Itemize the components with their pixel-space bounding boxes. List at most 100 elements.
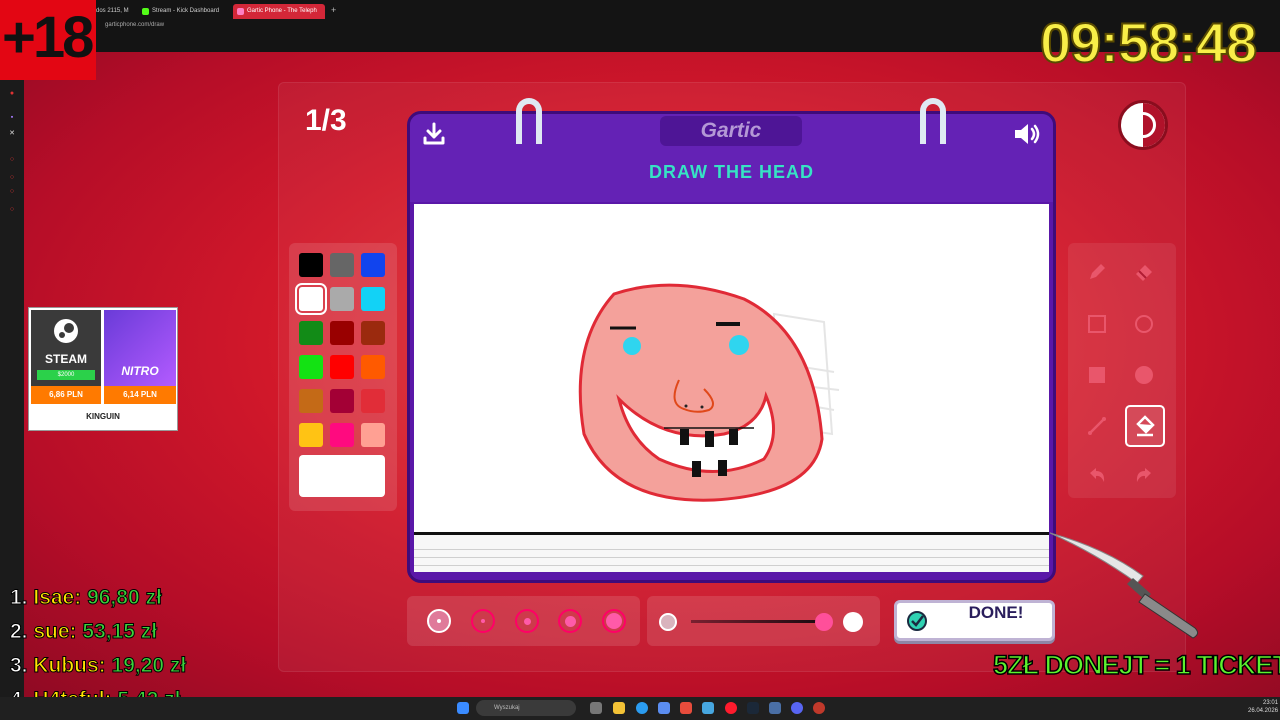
gartic-logo: Gartic <box>660 116 802 146</box>
ellipse-fill-icon <box>1135 366 1153 384</box>
sidebar-icon[interactable]: ● <box>8 90 16 98</box>
color-swatch[interactable] <box>330 389 354 413</box>
tab-label: Stream - Kick Dashboard <box>152 8 220 14</box>
new-tab-icon[interactable]: + <box>331 5 336 15</box>
age-restriction-badge: +18 <box>0 0 96 80</box>
kinguin-ad[interactable]: STEAM $2000 NITRO 6,86 PLN 6,14 PLN KING… <box>28 307 178 431</box>
color-swatch[interactable] <box>361 321 385 345</box>
drawing-canvas[interactable] <box>414 204 1049 532</box>
color-swatch[interactable] <box>299 321 323 345</box>
ad-left-subtitle: $2000 <box>37 370 95 380</box>
redo-icon <box>1136 468 1151 482</box>
brush-size-4[interactable] <box>558 609 582 633</box>
color-swatch[interactable] <box>299 423 323 447</box>
leaderboard-row: 1. Isae: 96,80 zł <box>10 586 163 610</box>
tray-date: 26.04.2026 <box>1248 708 1279 714</box>
check-icon <box>907 611 927 631</box>
x-icon[interactable]: ✕ <box>8 130 16 138</box>
color-swatch[interactable] <box>299 253 323 277</box>
color-swatch[interactable] <box>330 287 354 311</box>
color-swatch[interactable] <box>295 283 327 315</box>
edge-icon[interactable] <box>636 702 648 714</box>
app-icon[interactable] <box>702 702 714 714</box>
color-swatch[interactable] <box>361 355 385 379</box>
eraser-icon <box>1136 265 1152 281</box>
round-counter: 1/3 <box>305 104 347 137</box>
app-icon[interactable] <box>813 702 825 714</box>
store-icon[interactable] <box>658 702 670 714</box>
explorer-icon[interactable] <box>613 702 625 714</box>
tab-label: dos 2115, M <box>96 8 129 14</box>
color-swatch[interactable] <box>361 423 385 447</box>
undo-tool[interactable] <box>1078 457 1116 495</box>
sound-button[interactable] <box>1011 120 1043 148</box>
color-swatch[interactable] <box>330 423 354 447</box>
rectangle-outline-tool[interactable] <box>1078 305 1116 343</box>
color-swatch[interactable] <box>330 253 354 277</box>
knife-icon <box>1049 532 1199 639</box>
age-badge-label: +18 <box>2 5 94 70</box>
ellipse-outline-icon <box>1135 315 1153 333</box>
brush-size-2[interactable] <box>471 609 495 633</box>
rect-outline-icon <box>1088 315 1106 333</box>
eraser-tool[interactable] <box>1125 253 1163 291</box>
tab-label: Gartic Phone - The Teleph <box>247 8 317 14</box>
pencil-icon <box>1090 264 1105 279</box>
steam-icon <box>54 319 78 343</box>
fill-bucket-icon <box>1136 415 1155 437</box>
rectangle-fill-tool[interactable] <box>1078 356 1116 394</box>
opacity-slider[interactable] <box>647 596 880 646</box>
sidebar-icon[interactable]: ○ <box>8 156 16 164</box>
custom-color-picker[interactable] <box>299 455 385 497</box>
tray-clock[interactable]: 23:01 26.04.2026 <box>1248 699 1278 715</box>
color-swatch[interactable] <box>299 389 323 413</box>
contrast-toggle-button[interactable] <box>1118 100 1168 150</box>
app-icon[interactable] <box>680 702 692 714</box>
slider-track[interactable] <box>691 620 821 623</box>
notebook-pages <box>414 532 1049 572</box>
taskbar-search[interactable]: Wyszukaj <box>476 700 576 716</box>
steam-taskbar-icon[interactable] <box>747 702 759 714</box>
brush-size-3[interactable] <box>515 609 539 633</box>
ad-left-price: 6,86 PLN <box>31 386 101 404</box>
sidebar-icon[interactable]: ○ <box>8 174 16 182</box>
opera-icon[interactable] <box>725 702 737 714</box>
sidebar-icon[interactable]: ○ <box>8 206 16 214</box>
app-icon[interactable] <box>769 702 781 714</box>
line-tool[interactable] <box>1078 407 1116 445</box>
done-button[interactable]: DONE! <box>894 600 1055 641</box>
redo-tool[interactable] <box>1125 457 1163 495</box>
ad-left-title: STEAM <box>45 352 87 366</box>
task-view-icon[interactable] <box>590 702 602 714</box>
browser-tab[interactable]: Stream - Kick Dashboard <box>138 4 230 19</box>
task-prompt: DRAW THE HEAD <box>649 162 814 182</box>
address-bar[interactable]: garticphone.com/draw <box>105 22 164 28</box>
ad-right-title: NITRO <box>121 364 159 378</box>
sidebar-icon[interactable]: ○ <box>8 188 16 196</box>
start-icon[interactable] <box>457 702 469 714</box>
brush-size-5[interactable] <box>602 609 626 633</box>
pencil-tool[interactable] <box>1078 253 1116 291</box>
browser-tab-active[interactable]: Gartic Phone - The Teleph <box>233 4 325 19</box>
slider-handle[interactable] <box>815 613 833 631</box>
ellipse-fill-tool[interactable] <box>1125 356 1163 394</box>
discord-icon[interactable] <box>791 702 803 714</box>
ring-right <box>920 98 946 144</box>
color-swatch[interactable] <box>361 253 385 277</box>
ellipse-outline-tool[interactable] <box>1125 305 1163 343</box>
fill-bucket-tool[interactable] <box>1125 405 1165 447</box>
brush-size-1[interactable] <box>427 609 451 633</box>
download-button[interactable] <box>420 120 448 148</box>
color-swatch[interactable] <box>361 287 385 311</box>
download-icon <box>423 122 445 145</box>
twitch-icon[interactable]: ▪ <box>8 114 16 122</box>
ring-left <box>516 98 542 144</box>
color-swatch[interactable] <box>330 321 354 345</box>
color-swatch[interactable] <box>299 355 323 379</box>
color-swatch[interactable] <box>330 355 354 379</box>
brush-size-selector <box>407 596 640 646</box>
opacity-min-icon <box>659 613 677 631</box>
opacity-max-icon <box>843 612 863 632</box>
leaderboard-row: 3. Kubus: 19,20 zł <box>10 654 187 678</box>
color-swatch[interactable] <box>361 389 385 413</box>
